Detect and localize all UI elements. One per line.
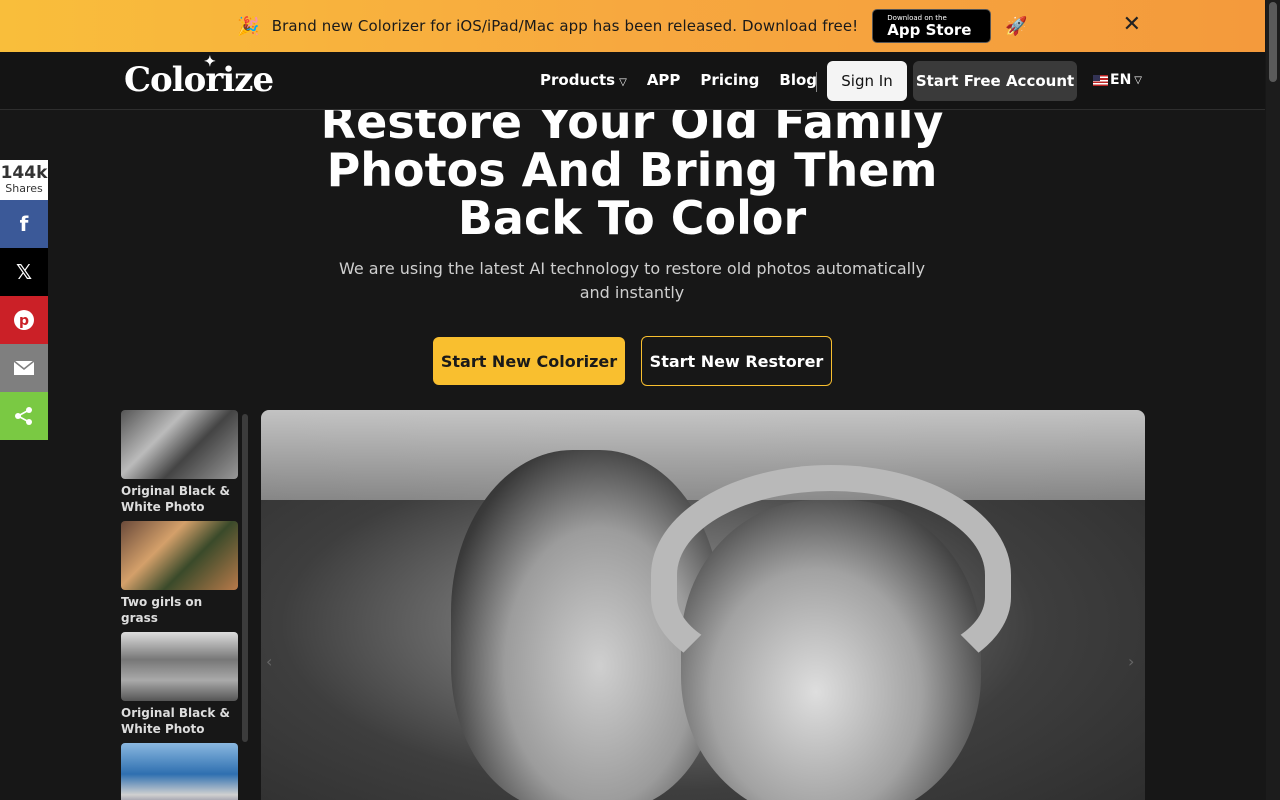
share-icon[interactable] xyxy=(0,392,48,440)
share-count: 144k Shares xyxy=(0,160,48,200)
facebook-icon[interactable]: f xyxy=(0,200,48,248)
us-flag-icon xyxy=(1093,74,1108,86)
thumbnail-item[interactable]: Original Black & White Photo xyxy=(121,632,238,737)
hero-subtitle: We are using the latest AI technology to… xyxy=(338,259,926,302)
logo[interactable]: Colorize ✦ xyxy=(124,54,274,100)
rocket-icon: 🚀 xyxy=(1005,15,1028,37)
thumbnail-caption: Original Black & White Photo xyxy=(121,484,230,514)
chevron-down-icon: ▽ xyxy=(619,77,627,88)
thumbnail-item[interactable]: Original Black & White Photo xyxy=(121,410,238,515)
hero-title: Restore Your Old Family Photos And Bring… xyxy=(320,110,944,245)
nav-blog[interactable]: Blog xyxy=(779,71,817,89)
thumbnail-image xyxy=(121,410,238,479)
email-icon[interactable] xyxy=(0,344,48,392)
app-store-button[interactable]: Download on the App Store xyxy=(872,9,992,43)
photo-preview xyxy=(261,410,1145,800)
thumbnail-image xyxy=(121,632,238,701)
svg-text:p: p xyxy=(19,313,29,329)
thumbnails-scrollbar[interactable] xyxy=(242,414,248,742)
chevron-down-icon: ▽ xyxy=(1134,74,1142,86)
thumbnail-item[interactable] xyxy=(121,743,238,800)
pinterest-icon[interactable]: p xyxy=(0,296,48,344)
announcement-text: Brand new Colorizer for iOS/iPad/Mac app… xyxy=(271,17,859,35)
example-thumbnails: Original Black & White Photo Two girls o… xyxy=(121,410,239,800)
thumbnail-caption: Original Black & White Photo xyxy=(121,706,230,736)
appstore-big-text: App Store xyxy=(887,20,972,39)
announcement-bar: 🎉 Brand new Colorizer for iOS/iPad/Mac a… xyxy=(0,0,1265,52)
start-colorizer-button[interactable]: Start New Colorizer xyxy=(433,337,625,385)
nav-products[interactable]: Products ▽ xyxy=(540,71,627,89)
language-selector[interactable]: EN ▽ xyxy=(1093,72,1142,88)
nav-divider xyxy=(816,72,817,92)
page-scrollbar[interactable] xyxy=(1266,0,1280,800)
sign-in-button[interactable]: Sign In xyxy=(827,61,907,101)
start-restorer-button[interactable]: Start New Restorer xyxy=(641,336,832,386)
top-nav: Colorize ✦ Products ▽ APP Pricing Blog Sig… xyxy=(0,52,1265,110)
nav-app[interactable]: APP xyxy=(647,71,681,89)
nav-pricing[interactable]: Pricing xyxy=(700,71,759,89)
chevron-right-icon[interactable]: › xyxy=(1128,652,1134,671)
party-icon: 🎉 xyxy=(237,15,260,37)
thumbnail-item[interactable]: Two girls on grass xyxy=(121,521,238,626)
sparkle-icon: ✦ xyxy=(204,54,216,70)
thumbnail-image xyxy=(121,743,238,800)
thumbnail-caption: Two girls on grass xyxy=(121,595,203,625)
share-sidebar: 144k Shares f 𝕏 p xyxy=(0,160,48,440)
close-icon[interactable]: ✕ xyxy=(1123,14,1141,36)
chevron-left-icon[interactable]: ‹ xyxy=(266,652,272,671)
start-free-account-button[interactable]: Start Free Account xyxy=(913,61,1077,101)
x-icon[interactable]: 𝕏 xyxy=(0,248,48,296)
thumbnail-image xyxy=(121,521,238,590)
